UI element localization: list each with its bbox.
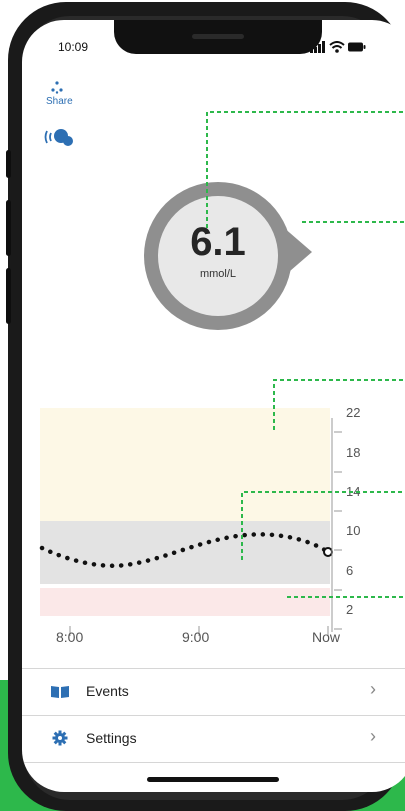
annotation-graph <box>273 379 405 430</box>
annotation-lines <box>206 111 405 598</box>
annotation-value <box>206 111 405 228</box>
annotation-trace <box>241 491 405 560</box>
